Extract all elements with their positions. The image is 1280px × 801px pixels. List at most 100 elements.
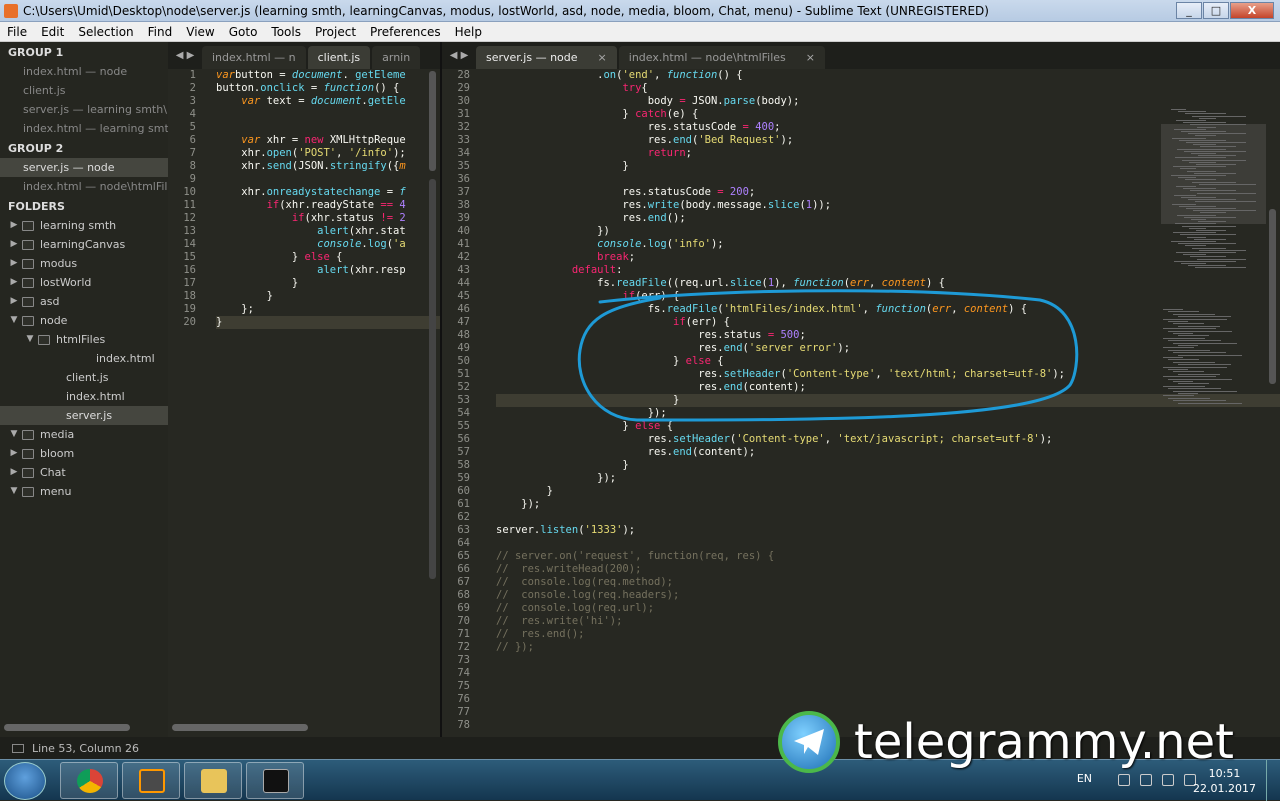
folder-icon (22, 467, 34, 478)
maximize-button[interactable]: □ (1203, 2, 1229, 19)
line-number: 9 (189, 173, 196, 185)
menu-item-edit[interactable]: Edit (34, 25, 71, 39)
menu-item-project[interactable]: Project (308, 25, 363, 39)
tree-file-item[interactable]: client.js (0, 368, 168, 387)
taskbar-chrome[interactable] (60, 762, 118, 799)
minimap-line (1163, 328, 1216, 330)
minimap[interactable] (1161, 69, 1266, 719)
minimap-line (1168, 349, 1210, 351)
minimap-line (1198, 221, 1226, 223)
tab-bar-group1: ◀ ▶ index.html — n client.js arnin (168, 42, 440, 69)
tab-close-icon[interactable]: × (806, 46, 815, 69)
line-number: 39 (457, 212, 470, 224)
menu-item-find[interactable]: Find (141, 25, 180, 39)
collapsed-arrow-icon[interactable]: ▶ (8, 235, 20, 254)
terminal-icon (263, 769, 289, 793)
tree-folder-item[interactable]: ▶ learningCanvas (0, 235, 168, 254)
sidebar-scrollbar[interactable] (4, 724, 130, 731)
menu-item-view[interactable]: View (179, 25, 221, 39)
editor-tab[interactable]: index.html — n (202, 46, 306, 69)
sublime-app-icon (4, 3, 18, 18)
taskbar-explorer[interactable] (184, 762, 242, 799)
folder-icon (38, 334, 50, 345)
tree-folder-item[interactable]: ▶ asd (0, 292, 168, 311)
expanded-arrow-icon[interactable]: ▼ (8, 482, 20, 501)
minimap-line (1199, 117, 1216, 119)
line-number: 34 (457, 147, 470, 159)
open-file-item[interactable]: index.html — node\htmlFiles (0, 177, 168, 196)
open-file-item[interactable]: client.js (0, 81, 168, 100)
minimap-line (1178, 364, 1231, 366)
tab-close-icon[interactable]: × (598, 46, 607, 69)
minimap-line (1197, 126, 1216, 128)
tree-file-item[interactable]: index.html (0, 349, 168, 368)
show-desktop-button[interactable] (1266, 760, 1280, 801)
minimap-line (1197, 192, 1256, 194)
start-button[interactable] (4, 762, 46, 800)
editor-tab[interactable]: index.html — node\htmlFiles × (618, 46, 825, 69)
taskbar-cmd[interactable] (246, 762, 304, 799)
tree-file-label: server.js (66, 409, 113, 422)
tab-nav-arrows[interactable]: ◀ ▶ (442, 42, 476, 69)
minimap-line (1173, 166, 1226, 168)
collapsed-arrow-icon[interactable]: ▶ (8, 444, 20, 463)
line-gutter: 28 29 30 31 32 33 34 35 36 37 38 39 40 41 42 43 44 45 46 47… (442, 69, 476, 732)
tree-folder-item[interactable]: ▼ htmlFiles (0, 330, 168, 349)
menu-item-file[interactable]: File (0, 25, 34, 39)
tab-nav-arrows[interactable]: ◀ ▶ (168, 42, 202, 69)
tree-folder-item[interactable]: ▶ Chat (0, 463, 168, 482)
tree-folder-item[interactable]: ▶ modus (0, 254, 168, 273)
expanded-arrow-icon[interactable]: ▼ (24, 330, 36, 349)
code-area[interactable]: varbutton = document. getEleme button.onc… (216, 69, 440, 329)
close-button[interactable]: X (1230, 2, 1274, 19)
tree-folder-label: lostWorld (40, 276, 92, 289)
open-file-item[interactable]: index.html — learning smth\... (0, 119, 168, 138)
menu-item-help[interactable]: Help (448, 25, 489, 39)
line-number: 17 (183, 277, 196, 289)
open-file-item[interactable]: server.js — learning smth\...\ (0, 100, 168, 119)
editor-scrollbar[interactable] (429, 71, 436, 171)
collapsed-arrow-icon[interactable]: ▶ (8, 254, 20, 273)
minimap-line (1178, 316, 1231, 318)
code-line: } else { (216, 251, 343, 263)
tree-folder-item[interactable]: ▶ lostWorld (0, 273, 168, 292)
tree-file-item[interactable]: index.html (0, 387, 168, 406)
taskbar-sublime[interactable] (122, 762, 180, 799)
editor-scroll-track[interactable] (429, 179, 436, 579)
h-scrollbar[interactable] (172, 724, 308, 731)
menu-item-goto[interactable]: Goto (222, 25, 265, 39)
menu-item-preferences[interactable]: Preferences (363, 25, 448, 39)
expanded-arrow-icon[interactable]: ▼ (8, 311, 20, 330)
telegram-logo-icon (778, 711, 840, 773)
expanded-arrow-icon[interactable]: ▼ (8, 425, 20, 444)
menu-item-selection[interactable]: Selection (71, 25, 140, 39)
menu-item-tools[interactable]: Tools (264, 25, 308, 39)
clock-date: 22.01.2017 (1193, 782, 1256, 795)
folder-icon (201, 769, 227, 793)
open-file-item[interactable]: index.html — node (0, 62, 168, 81)
minimap-line (1163, 357, 1183, 358)
tree-folder-item[interactable]: ▶ bloom (0, 444, 168, 463)
tree-folder-item[interactable]: ▶ learning smth (0, 216, 168, 235)
chrome-icon (77, 769, 103, 793)
tree-folder-item[interactable]: ▼ node (0, 311, 168, 330)
editor-tab[interactable]: server.js — node × (476, 46, 617, 69)
open-file-item[interactable]: server.js — node (0, 158, 168, 177)
collapsed-arrow-icon[interactable]: ▶ (8, 463, 20, 482)
minimap-line (1163, 347, 1194, 349)
tree-folder-item[interactable]: ▼ media (0, 425, 168, 444)
editor-scrollbar[interactable] (1269, 209, 1276, 384)
panel-toggle-icon[interactable] (12, 743, 24, 753)
minimize-button[interactable]: _ (1176, 2, 1202, 19)
collapsed-arrow-icon[interactable]: ▶ (8, 273, 20, 292)
minimap-line (1168, 388, 1221, 390)
collapsed-arrow-icon[interactable]: ▶ (8, 292, 20, 311)
minimap-line (1195, 267, 1246, 269)
editor-tab[interactable]: client.js (307, 46, 371, 69)
tree-folder-item[interactable]: ▼ menu (0, 482, 168, 501)
line-number: 53 (457, 394, 470, 406)
line-number: 29 (457, 82, 470, 94)
tree-file-item[interactable]: server.js (0, 406, 168, 425)
collapsed-arrow-icon[interactable]: ▶ (8, 216, 20, 235)
editor-tab[interactable]: arnin (372, 46, 421, 69)
